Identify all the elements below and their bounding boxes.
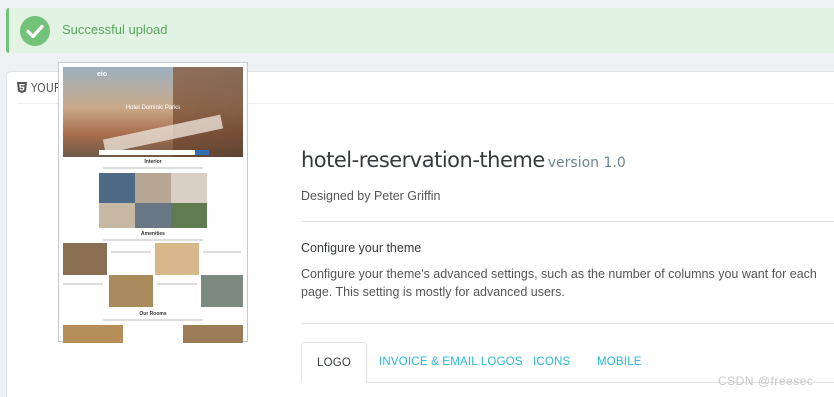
tab-invoice-email-logos[interactable]: INVOICE & EMAIL LOGOS [379, 342, 523, 383]
alert-message: Successful upload [62, 22, 168, 37]
preview-thumb [171, 173, 207, 203]
divider [301, 323, 834, 324]
preview-thumb [155, 243, 199, 275]
configure-title: Configure your theme [301, 241, 422, 255]
preview-section-title: Our Rooms [139, 311, 167, 317]
configure-description: Configure your theme's advanced settings… [301, 267, 817, 299]
preview-thumb [63, 325, 123, 343]
theme-author: Designed by Peter Griffin [301, 189, 441, 203]
preview-hotel-name: Hotel Dominic Parks [125, 105, 181, 111]
divider [301, 221, 834, 222]
preview-thumb [63, 243, 107, 275]
check-circle-icon [20, 16, 50, 46]
theme-version: version 1.0 [547, 155, 626, 171]
preview-thumb [201, 275, 243, 307]
theme-preview-thumbnail: eio Hotel Dominic Parks Interior Ameniti… [58, 62, 248, 343]
success-alert: Successful upload [6, 8, 834, 53]
watermark: CSDN @freesec [718, 374, 814, 388]
preview-thumb [135, 173, 171, 203]
preview-thumb [171, 203, 207, 228]
theme-settings-tabs: LOGO INVOICE & EMAIL LOGOS ICONS MOBILE [301, 342, 834, 397]
preview-logo: eio [97, 71, 108, 78]
preview-thumb [99, 203, 135, 228]
preview-section-title: Amenities [141, 231, 165, 237]
theme-name-text: hotel-reservation-theme [301, 148, 545, 172]
preview-thumb [99, 173, 135, 203]
preview-section-title: Interior [144, 159, 162, 165]
html5-icon [17, 82, 27, 96]
theme-name: hotel-reservation-theme version 1.0 [301, 148, 626, 172]
preview-thumb [109, 275, 153, 307]
tab-mobile[interactable]: MOBILE [597, 342, 642, 383]
preview-search-button [195, 150, 209, 155]
preview-hero-image: eio Hotel Dominic Parks [63, 67, 243, 157]
tab-icons[interactable]: ICONS [533, 342, 570, 383]
preview-thumb [183, 325, 243, 343]
preview-thumb [135, 203, 171, 228]
tab-logo[interactable]: LOGO [301, 342, 368, 383]
preview-search-bar [99, 150, 209, 155]
